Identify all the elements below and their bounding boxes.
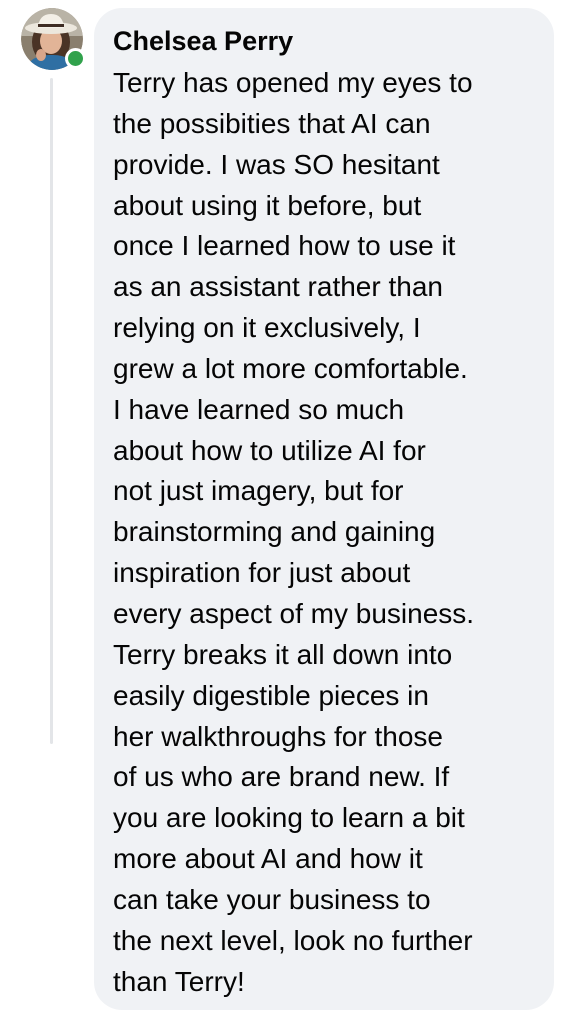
comment-text-line: Terry has opened my eyes to: [113, 67, 473, 98]
comment-text-line: about using it before, but: [113, 189, 422, 221]
comment-text-line: than Terry!: [113, 965, 245, 997]
comment-text: Terry has opened my eyes to the possibiti…: [113, 63, 540, 1002]
comment-text-line: easily digestible pieces in: [113, 679, 429, 711]
comment-text-line: can take your business to: [113, 883, 431, 915]
comment-text-line: not just imagery, but for: [113, 475, 404, 507]
comment-text-line: as an assistant rather than: [113, 271, 443, 303]
comment-text-line: I have learned so much: [113, 393, 405, 425]
comment-text-line: the possibities that AI can: [113, 107, 431, 139]
comment-text-line: grew a lot more comfortable.: [113, 352, 468, 384]
comment-text-line: provide. I was SO hesitant: [113, 148, 440, 180]
comment-text-line: about how to utilize AI for: [113, 434, 426, 466]
comment-text-line: brainstorming and gaining: [113, 516, 436, 548]
comment-text-line: you are looking to learn a bit: [113, 802, 465, 834]
author-avatar[interactable]: [21, 8, 86, 70]
comment-bubble: Chelsea Perry Terry has opened my eyes t…: [94, 8, 554, 1010]
comment-author-name[interactable]: Chelsea Perry: [113, 26, 540, 56]
comment-text-line: more about AI and how it: [113, 843, 423, 875]
comment-text-line: once I learned how to use it: [113, 230, 456, 262]
comment-text-line: the next level, look no further: [113, 924, 473, 956]
comment-text-line: relying on it exclusively, I: [113, 312, 421, 344]
online-status-icon: [65, 48, 86, 69]
comment-text-line: of us who are brand new. If: [113, 761, 450, 793]
comment-text-line: every aspect of my business.: [113, 597, 475, 629]
reply-thread-line: [50, 78, 53, 744]
comment-text-line: inspiration for just about: [113, 557, 411, 589]
comment-text-line: Terry breaks it all down into: [113, 638, 453, 670]
comment-text-line: her walkthroughs for those: [113, 720, 443, 752]
